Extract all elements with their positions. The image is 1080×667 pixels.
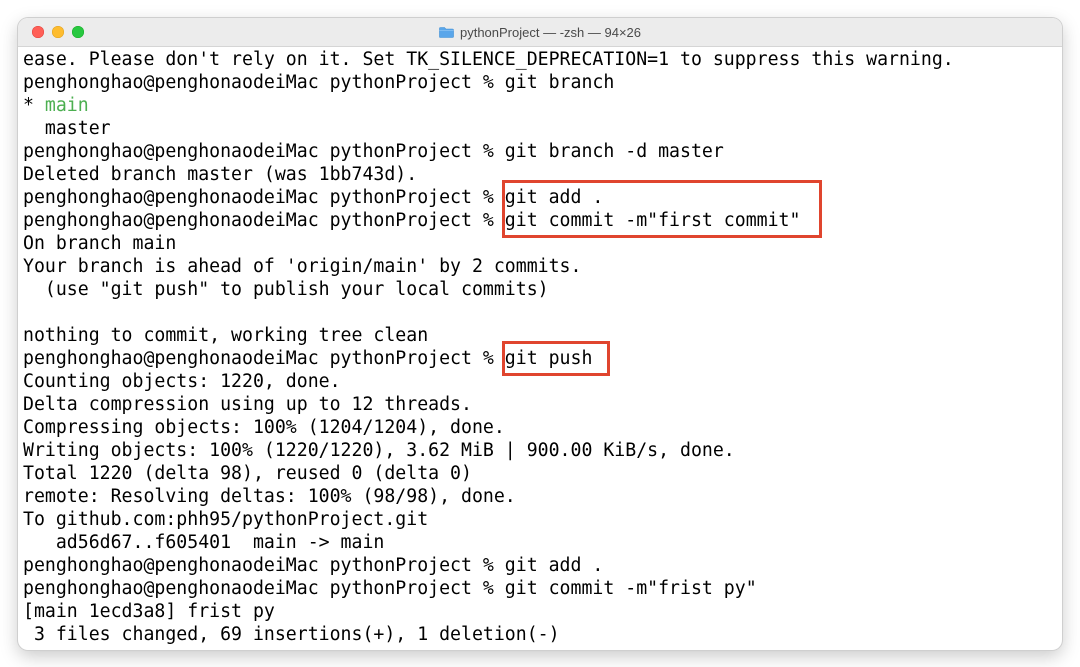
output-line: 3 files changed, 69 insertions(+), 1 del…: [23, 624, 560, 645]
command-line: penghonghao@penghonaodeiMac pythonProjec…: [23, 140, 1062, 163]
command-line: penghonghao@penghonaodeiMac pythonProjec…: [23, 554, 1062, 577]
shell-prompt: penghonghao@penghonaodeiMac pythonProjec…: [23, 578, 505, 599]
shell-prompt: penghonghao@penghonaodeiMac pythonProjec…: [23, 348, 505, 369]
output-line: nothing to commit, working tree clean: [23, 325, 429, 346]
command-text: git branch: [504, 72, 615, 93]
command-line: penghonghao@penghonaodeiMac pythonProjec…: [23, 347, 1062, 370]
output-line: [main 1ecd3a8] frist py: [23, 601, 275, 622]
output-line: To github.com:phh95/pythonProject.git: [23, 509, 429, 530]
output-line: remote: Resolving deltas: 100% (98/98), …: [23, 486, 516, 507]
output-line: Counting objects: 1220, done.: [23, 371, 341, 392]
output-line: Total 1220 (delta 98), reused 0 (delta 0…: [23, 463, 472, 484]
title-bar[interactable]: pythonProject — -zsh — 94×26: [18, 18, 1062, 47]
terminal-window: pythonProject — -zsh — 94×26 ease. Pleas…: [18, 18, 1062, 650]
command-text: git commit -m"frist py": [504, 578, 757, 599]
output-line: (use "git push" to publish your local co…: [23, 279, 549, 300]
command-line: penghonghao@penghonaodeiMac pythonProjec…: [23, 71, 1062, 94]
shell-prompt: penghonghao@penghonaodeiMac pythonProjec…: [23, 72, 505, 93]
shell-prompt: penghonghao@penghonaodeiMac pythonProjec…: [23, 141, 505, 162]
output-line: Delta compression using up to 12 threads…: [23, 394, 472, 415]
command-text: git add .: [504, 187, 604, 208]
branch-line: master: [23, 118, 111, 139]
command-line: penghonghao@penghonaodeiMac pythonProjec…: [23, 209, 1062, 232]
window-title: pythonProject — -zsh — 94×26: [459, 24, 641, 40]
shell-prompt: penghonghao@penghonaodeiMac pythonProjec…: [23, 555, 505, 576]
window-title-area: pythonProject — -zsh — 94×26: [18, 18, 1062, 46]
output-line: Writing objects: 100% (1220/1220), 3.62 …: [23, 440, 735, 461]
output-line: Deleted branch master (was 1bb743d).: [23, 164, 418, 185]
output-line: ease. Please don't rely on it. Set TK_SI…: [23, 49, 954, 70]
folder-icon: [439, 26, 454, 38]
output-line: ad56d67..f605401 main -> main: [23, 532, 385, 553]
command-text: git push: [504, 348, 593, 369]
command-line: penghonghao@penghonaodeiMac pythonProjec…: [23, 186, 1062, 209]
shell-prompt: penghonghao@penghonaodeiMac pythonProjec…: [23, 210, 505, 231]
output-line: Compressing objects: 100% (1204/1204), d…: [23, 417, 505, 438]
output-line: On branch main: [23, 233, 177, 254]
shell-prompt: penghonghao@penghonaodeiMac pythonProjec…: [23, 187, 505, 208]
command-text: git branch -d master: [504, 141, 724, 162]
terminal-output[interactable]: ease. Please don't rely on it. Set TK_SI…: [23, 46, 1062, 650]
current-branch-name: main: [44, 95, 89, 116]
current-branch-marker: *: [23, 95, 45, 116]
branch-line-current: * main: [23, 94, 1062, 117]
command-line: penghonghao@penghonaodeiMac pythonProjec…: [23, 577, 1062, 600]
output-line: Your branch is ahead of 'origin/main' by…: [23, 256, 582, 277]
command-text: git commit -m"first commit": [504, 210, 801, 231]
command-text: git add .: [504, 555, 604, 576]
